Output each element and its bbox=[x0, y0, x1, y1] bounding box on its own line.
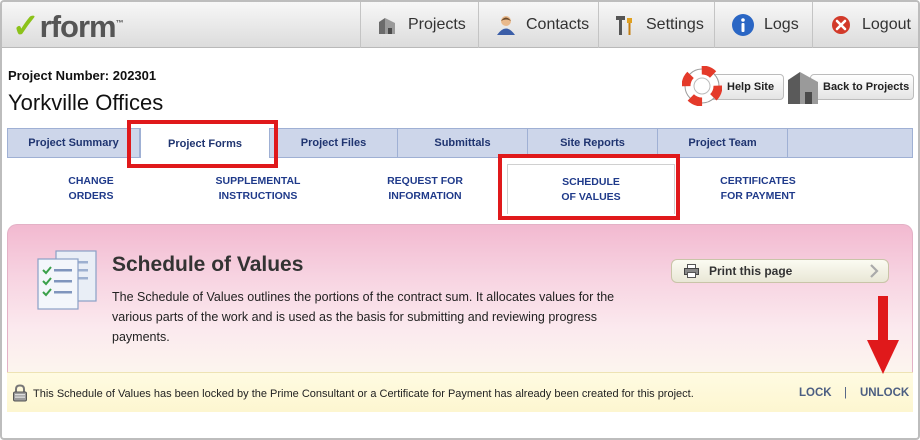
nav-projects[interactable]: Projects bbox=[360, 2, 478, 48]
subtab-certificates-for-payment[interactable]: CERTIFICATES FOR PAYMENT bbox=[688, 174, 828, 204]
checkmark-logo-icon: ✓ bbox=[12, 7, 40, 44]
subtab-change-orders-line2: ORDERS bbox=[68, 190, 114, 202]
subtab-supplemental-instructions[interactable]: SUPPLEMENTAL INSTRUCTIONS bbox=[188, 174, 328, 204]
app-window: ✓rform™ Projects Contacts Settings Logs bbox=[0, 0, 920, 440]
padlock-icon bbox=[11, 384, 29, 407]
project-number: Project Number: 202301 bbox=[8, 68, 157, 83]
lock-unlock-separator: | bbox=[844, 387, 847, 399]
annotation-arrow-down-icon bbox=[866, 296, 900, 376]
help-site-label: Help Site bbox=[727, 81, 775, 93]
chevron-right-icon bbox=[868, 264, 880, 281]
section-banner: Schedule of Values The Schedule of Value… bbox=[7, 224, 913, 372]
subtab-change-orders[interactable]: CHANGE ORDERS bbox=[21, 174, 161, 204]
annotation-highlight-project-forms bbox=[127, 120, 278, 168]
nav-logs[interactable]: Logs bbox=[714, 2, 812, 48]
tab-site-reports[interactable]: Site Reports bbox=[528, 129, 658, 157]
tab-project-files[interactable]: Project Files bbox=[270, 129, 398, 157]
lock-status-message: This Schedule of Values has been locked … bbox=[33, 388, 694, 400]
nav-logout-label: Logout bbox=[862, 16, 911, 33]
nav-logout[interactable]: Logout bbox=[812, 2, 918, 48]
section-description: The Schedule of Values outlines the port… bbox=[112, 290, 615, 344]
subtab-request-for-information[interactable]: REQUEST FOR INFORMATION bbox=[355, 174, 495, 204]
nav-contacts[interactable]: Contacts bbox=[478, 2, 590, 48]
subtab-supplemental-line1: SUPPLEMENTAL bbox=[215, 175, 301, 187]
nav-settings-label: Settings bbox=[646, 16, 704, 33]
annotation-highlight-schedule-of-values bbox=[498, 154, 680, 220]
top-nav-bar: ✓rform™ Projects Contacts Settings Logs bbox=[2, 2, 918, 48]
nav-contacts-label: Contacts bbox=[526, 16, 590, 33]
nav-settings[interactable]: Settings bbox=[598, 2, 708, 48]
logo-text: rform bbox=[39, 9, 117, 44]
tab-submittals[interactable]: Submittals bbox=[398, 129, 528, 157]
subtab-rfi-line2: INFORMATION bbox=[388, 190, 462, 202]
subtab-cfp-line1: CERTIFICATES bbox=[720, 175, 796, 187]
document-checklist-icon bbox=[34, 249, 100, 311]
lock-status-bar: This Schedule of Values has been locked … bbox=[7, 372, 913, 412]
logo-trademark: ™ bbox=[115, 18, 124, 28]
unlock-link[interactable]: UNLOCK bbox=[860, 387, 909, 399]
subtab-supplemental-line2: INSTRUCTIONS bbox=[218, 190, 298, 202]
building-icon bbox=[375, 13, 399, 37]
back-to-projects-button[interactable]: Back to Projects bbox=[810, 74, 914, 100]
print-page-button[interactable]: Print this page bbox=[671, 259, 889, 283]
lifebuoy-icon bbox=[681, 65, 723, 107]
tab-project-summary[interactable]: Project Summary bbox=[8, 129, 140, 157]
nav-logs-label: Logs bbox=[764, 16, 799, 33]
tab-project-team[interactable]: Project Team bbox=[658, 129, 788, 157]
subtab-change-orders-line1: CHANGE bbox=[68, 175, 114, 187]
back-to-projects-label: Back to Projects bbox=[823, 81, 910, 93]
building-large-icon bbox=[786, 66, 820, 106]
subtab-cfp-line2: FOR PAYMENT bbox=[720, 190, 796, 202]
rform-logo[interactable]: ✓rform™ bbox=[12, 6, 124, 45]
section-title: Schedule of Values bbox=[112, 253, 304, 276]
info-icon bbox=[731, 13, 755, 37]
subtab-rfi-line1: REQUEST FOR bbox=[387, 175, 463, 187]
print-page-label: Print this page bbox=[709, 264, 793, 278]
person-icon bbox=[495, 13, 517, 37]
tools-icon bbox=[613, 13, 637, 37]
printer-icon bbox=[684, 264, 699, 278]
nav-projects-label: Projects bbox=[408, 16, 466, 33]
project-title: Yorkville Offices bbox=[8, 90, 164, 115]
lock-link[interactable]: LOCK bbox=[799, 387, 832, 399]
close-circle-icon bbox=[829, 13, 853, 37]
